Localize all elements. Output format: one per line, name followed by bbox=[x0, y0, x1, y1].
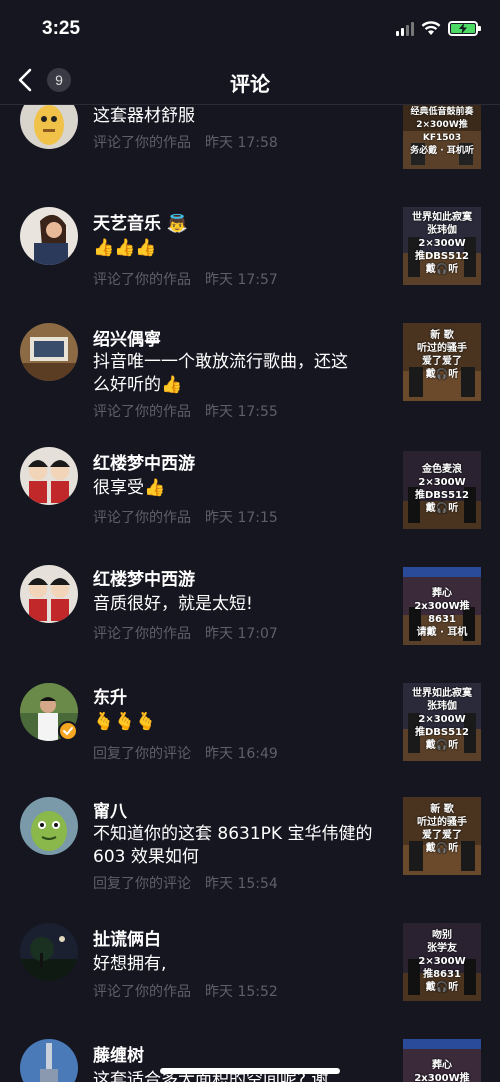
thumbnail-caption: 世界如此寂寞 张玮伽 2×300W 推DBS512 戴🎧听 bbox=[412, 688, 472, 751]
comment-text: 抖音唯一一个敢放流行歌曲，还这么好听的👍 bbox=[93, 352, 348, 395]
thumbnail-caption: 新 歌 听过的骚手 爱了爱了 戴🎧听 bbox=[417, 804, 467, 854]
status-bar: 3:25 bbox=[0, 0, 500, 58]
timestamp: 昨天 17:55 bbox=[205, 404, 278, 420]
avatar[interactable] bbox=[20, 447, 78, 505]
verified-badge-icon bbox=[58, 721, 78, 741]
thumbnail-caption: 葬心 2x300W推8631 请戴 · 耳机 bbox=[414, 588, 470, 638]
thumbnail-caption: 葬心 2x300W推8631 bbox=[414, 1060, 470, 1082]
list-item[interactable]: 藤缠树 这套适合多大面积的空间呢? 谢 葬心 2x300W推8631 bbox=[0, 1035, 500, 1082]
video-thumbnail[interactable]: 世界如此寂寞 张玮伽 2×300W 推DBS512 戴🎧听 bbox=[403, 683, 481, 761]
status-time: 3:25 bbox=[42, 18, 81, 39]
page-title: 评论 bbox=[230, 72, 270, 96]
action-text: 评论了你的作品 bbox=[93, 272, 191, 288]
video-thumbnail[interactable]: 新 歌 听过的骚手 爱了爱了 戴🎧听 bbox=[403, 797, 481, 875]
timestamp: 昨天 15:54 bbox=[205, 876, 278, 892]
home-indicator[interactable] bbox=[160, 1068, 340, 1074]
timestamp: 昨天 17:07 bbox=[205, 626, 278, 642]
angel-emoji: 👼 bbox=[166, 214, 189, 234]
avatar[interactable] bbox=[20, 105, 78, 149]
thumbnail-caption: 世界如此寂寞 张玮伽 2×300W 推DBS512 戴🎧听 bbox=[412, 212, 472, 275]
timestamp: 昨天 17:15 bbox=[205, 510, 278, 526]
comment-meta: 回复了你的评论 昨天 16:49 bbox=[93, 743, 278, 763]
list-item[interactable]: 甯八 不知道你的这套 8631PK 宝华伟健的 603 效果如何 回复了你的评论… bbox=[0, 793, 500, 919]
timestamp: 昨天 17:58 bbox=[205, 135, 278, 151]
video-thumbnail[interactable]: 金色麦浪 2×300W 推DBS512 戴🎧听 bbox=[403, 451, 481, 529]
list-item[interactable]: 天艺音乐 👼 👍👍👍 评论了你的作品 昨天 17:57 世界如此寂寞 张玮伽 2×… bbox=[0, 205, 500, 321]
username[interactable]: 红楼梦中西游 bbox=[93, 565, 195, 590]
list-item[interactable]: 这套器材舒服 评论了你的作品昨天 17:58 《加州旅馆》 经典低音鼓前奏 2×… bbox=[0, 105, 500, 191]
comment-text: 🫰🫰🫰 bbox=[93, 712, 157, 732]
avatar[interactable] bbox=[20, 323, 78, 381]
username[interactable]: 藤缠树 bbox=[93, 1041, 144, 1066]
comment-meta: 评论了你的作品 昨天 17:58 bbox=[93, 132, 278, 152]
avatar[interactable] bbox=[20, 797, 78, 855]
video-thumbnail[interactable]: 新 歌 听过的骚手 爱了爱了 戴🎧听 bbox=[403, 323, 481, 401]
list-item[interactable]: 东升 🫰🫰🫰 回复了你的评论 昨天 16:49 世界如此寂寞 张玮伽 2×300W… bbox=[0, 677, 500, 793]
timestamp: 昨天 16:49 bbox=[205, 746, 278, 762]
action-text: 评论了你的作品 bbox=[93, 510, 191, 526]
video-thumbnail[interactable]: 葬心 2x300W推8631 请戴 · 耳机 bbox=[403, 567, 481, 645]
comment-meta: 评论了你的作品 昨天 15:52 bbox=[93, 981, 278, 1001]
list-item[interactable]: 红楼梦中西游 很享受👍 评论了你的作品 昨天 17:15 金色麦浪 2×300W … bbox=[0, 445, 500, 561]
nav-header: 9 评论 bbox=[0, 58, 500, 104]
username[interactable]: 扯谎俩白 bbox=[93, 925, 161, 950]
thumbnail-caption: 《加州旅馆》 经典低音鼓前奏 2×300W推KF1503 务必戴 · 耳机听 bbox=[410, 107, 474, 156]
comment-text: 好想拥有, bbox=[93, 954, 167, 974]
list-item[interactable]: 红楼梦中西游 音质很好，就是太短! 评论了你的作品 昨天 17:07 葬心 2x3… bbox=[0, 561, 500, 677]
video-thumbnail[interactable]: 葬心 2x300W推8631 bbox=[403, 1039, 481, 1082]
username[interactable]: 天艺音乐 👼 bbox=[93, 209, 188, 234]
comment-list: 这套器材舒服 评论了你的作品昨天 17:58 《加州旅馆》 经典低音鼓前奏 2×… bbox=[0, 105, 500, 1082]
comment-text: 音质很好，就是太短! bbox=[93, 594, 253, 614]
username[interactable]: 绍兴偶寧 bbox=[93, 325, 161, 350]
video-thumbnail[interactable]: 《加州旅馆》 经典低音鼓前奏 2×300W推KF1503 务必戴 · 耳机听 bbox=[403, 105, 481, 169]
action-text: 回复了你的评论 bbox=[93, 876, 191, 892]
timestamp: 昨天 15:52 bbox=[205, 984, 278, 1000]
username[interactable]: 东升 bbox=[93, 683, 127, 708]
comment-meta: 评论了你的作品 昨天 17:07 bbox=[93, 623, 278, 643]
comment-text: 👍👍👍 bbox=[93, 238, 157, 258]
username[interactable]: 红楼梦中西游 bbox=[93, 449, 195, 474]
avatar[interactable] bbox=[20, 207, 78, 265]
list-item[interactable]: 绍兴偶寧 抖音唯一一个敢放流行歌曲，还这么好听的👍 评论了你的作品 昨天 17:5… bbox=[0, 321, 500, 445]
video-thumbnail[interactable]: 世界如此寂寞 张玮伽 2×300W 推DBS512 戴🎧听 bbox=[403, 207, 481, 285]
action-text: 评论了你的作品 bbox=[93, 626, 191, 642]
comment-meta: 评论了你的作品 昨天 17:15 bbox=[93, 507, 278, 527]
username[interactable]: 甯八 bbox=[93, 797, 127, 822]
comment-text: 很享受👍 bbox=[93, 478, 166, 498]
avatar[interactable] bbox=[20, 565, 78, 623]
battery-icon bbox=[448, 21, 481, 36]
cellular-signal-icon bbox=[396, 22, 414, 36]
timestamp: 昨天 17:57 bbox=[205, 272, 278, 288]
comment-text: 不知道你的这套 8631PK 宝华伟健的 603 效果如何 bbox=[93, 824, 373, 867]
action-text: 评论了你的作品 bbox=[93, 135, 191, 151]
avatar[interactable] bbox=[20, 1039, 78, 1082]
wifi-icon bbox=[421, 20, 441, 36]
action-text: 评论了你的作品 bbox=[93, 404, 191, 420]
action-text: 评论了你的作品 bbox=[93, 984, 191, 1000]
avatar[interactable] bbox=[20, 923, 78, 981]
video-thumbnail[interactable]: 吻别 张学友 2×300W 推8631 戴🎧听 bbox=[403, 923, 481, 1001]
comment-meta: 回复了你的评论 昨天 15:54 bbox=[93, 873, 278, 893]
thumbnail-caption: 金色麦浪 2×300W 推DBS512 戴🎧听 bbox=[415, 464, 469, 514]
username-text: 天艺音乐 bbox=[93, 214, 161, 234]
comment-text: 这套器材舒服 bbox=[93, 106, 195, 126]
thumbnail-caption: 新 歌 听过的骚手 爱了爱了 戴🎧听 bbox=[417, 330, 467, 380]
comment-meta: 评论了你的作品 昨天 17:57 bbox=[93, 269, 278, 289]
thumbnail-caption: 吻别 张学友 2×300W 推8631 戴🎧听 bbox=[418, 930, 466, 993]
comment-meta: 评论了你的作品 昨天 17:55 bbox=[93, 401, 278, 421]
list-item[interactable]: 扯谎俩白 好想拥有, 评论了你的作品 昨天 15:52 吻别 张学友 2×300W… bbox=[0, 919, 500, 1035]
action-text: 回复了你的评论 bbox=[93, 746, 191, 762]
